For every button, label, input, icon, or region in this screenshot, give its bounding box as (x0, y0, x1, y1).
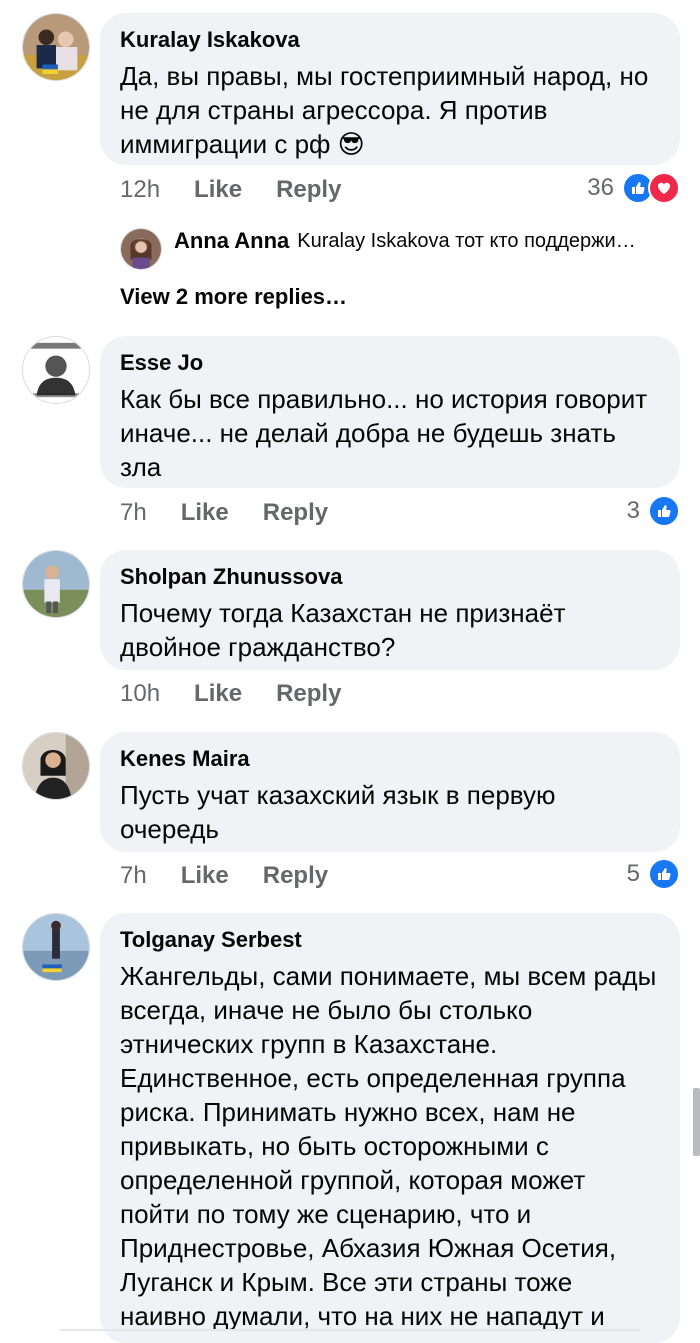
like-icon (648, 858, 680, 890)
avatar[interactable] (22, 336, 90, 404)
comment-author[interactable]: Sholpan Zhunussova (120, 564, 660, 590)
comment-author[interactable]: Esse Jo (120, 350, 660, 376)
comment-text: Жангельды, сами понимаете, мы всем рады … (120, 961, 657, 1331)
comment-actions: 7h Like Reply (120, 499, 362, 527)
comment-bubble: Sholpan Zhunussova Почему тогда Казахста… (100, 550, 680, 670)
avatar[interactable] (22, 550, 90, 618)
reply-button[interactable]: Reply (263, 499, 328, 527)
love-icon (648, 172, 680, 204)
comment-timestamp[interactable]: 7h (120, 499, 147, 527)
like-button[interactable]: Like (194, 176, 242, 204)
divider (60, 1329, 640, 1331)
comment-bubble: Kuralay Iskakova Да, вы правы, мы гостеп… (100, 13, 680, 165)
comment-bubble: Kenes Maira Пусть учат казахский язык в … (100, 732, 680, 852)
comment-timestamp[interactable]: 10h (120, 680, 160, 708)
avatar[interactable] (22, 732, 90, 800)
comment-author[interactable]: Kuralay Iskakova (120, 27, 660, 53)
reaction-count: 3 (626, 497, 640, 524)
comment-actions: 10h Like Reply (120, 680, 375, 708)
scrollbar[interactable] (693, 1088, 700, 1156)
reply-text: Kuralay Iskakova тот кто поддержи… (297, 229, 636, 252)
reaction-summary[interactable]: 3 (627, 495, 680, 527)
comment-text: Пусть учат казахский язык в первую очере… (120, 780, 556, 844)
comment-text: Почему тогда Казахстан не признаёт двойн… (120, 598, 566, 662)
reply-preview[interactable]: Anna Anna Kuralay Iskakova тот кто подде… (120, 228, 680, 254)
reaction-count: 36 (587, 174, 614, 201)
reaction-count: 5 (626, 860, 640, 887)
like-button[interactable]: Like (181, 499, 229, 527)
comment-timestamp[interactable]: 7h (120, 862, 147, 890)
reply-button[interactable]: Reply (276, 680, 341, 708)
comment-timestamp[interactable]: 12h (120, 176, 160, 204)
comment-bubble: Tolganay Serbest Жангельды, сами понимае… (100, 913, 680, 1343)
reaction-summary[interactable]: 5 (627, 858, 680, 890)
like-button[interactable]: Like (181, 862, 229, 890)
comment-actions: 7h Like Reply (120, 862, 362, 890)
reply-author[interactable]: Anna Anna (174, 228, 289, 254)
comment-author[interactable]: Kenes Maira (120, 746, 660, 772)
comment-actions: 12h Like Reply (120, 176, 375, 204)
reaction-summary[interactable]: 36 (587, 172, 680, 204)
avatar[interactable] (22, 913, 90, 981)
like-icon (648, 495, 680, 527)
reply-button[interactable]: Reply (263, 862, 328, 890)
comment-text: Да, вы правы, мы гостеприимный народ, но… (120, 61, 649, 159)
view-more-replies-link[interactable]: View 2 more replies… (120, 284, 347, 310)
comment-author[interactable]: Tolganay Serbest (120, 927, 660, 953)
reply-button[interactable]: Reply (276, 176, 341, 204)
avatar[interactable] (22, 13, 90, 81)
like-button[interactable]: Like (194, 680, 242, 708)
comment-bubble: Esse Jo Как бы все правильно... но истор… (100, 336, 680, 488)
comment-text: Как бы все правильно... но история говор… (120, 384, 648, 482)
